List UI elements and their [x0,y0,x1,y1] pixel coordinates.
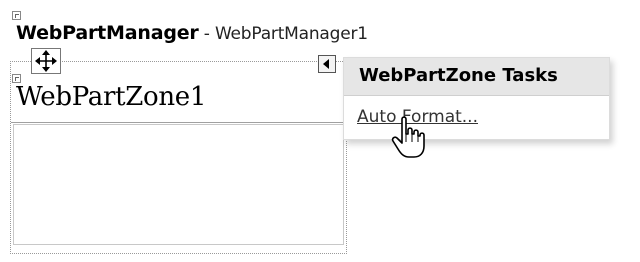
separator-label: - [198,24,215,44]
control-glyph-icon [12,74,21,83]
web-part-manager-label[interactable]: WebPartManager - WebPartManager1 [16,22,368,44]
control-type-label: WebPartManager [16,22,199,44]
control-glyph-icon [12,11,21,20]
zone-title: WebPartZone1 [16,82,207,112]
instance-id-label: WebPartManager1 [214,24,368,44]
hand-pointer-icon [391,116,425,158]
zone-content-area[interactable] [13,124,344,245]
web-part-zone[interactable]: WebPartZone1 [10,61,347,254]
tasks-panel-title: WebPartZone Tasks [359,65,558,86]
zone-divider [11,122,346,123]
smart-tag-arrow-icon[interactable] [318,55,336,73]
tasks-panel: WebPartZone Tasks Auto Format... [343,57,610,140]
tasks-panel-header: WebPartZone Tasks [344,58,609,96]
move-arrows-icon[interactable] [31,48,61,74]
